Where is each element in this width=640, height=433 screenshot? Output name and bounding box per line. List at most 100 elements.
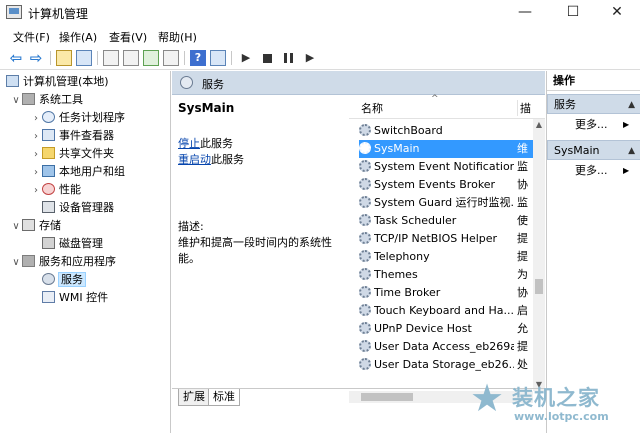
- close-button[interactable]: ✕: [594, 0, 640, 26]
- menu-help[interactable]: 帮助(H): [158, 29, 197, 45]
- services-pane: 服务 SysMain 停止此服务 重启动此服务 描述: 维护和提高一段时间内的系…: [172, 71, 545, 411]
- print-icon[interactable]: [123, 50, 139, 66]
- collapse-up-icon[interactable]: ▲: [628, 95, 635, 115]
- service-desc-cell: 提: [517, 250, 528, 263]
- more-actions-services[interactable]: 更多... ▶: [575, 116, 635, 134]
- scrollbar-thumb[interactable]: [535, 279, 543, 294]
- minimize-button[interactable]: —: [502, 0, 548, 26]
- tree-item-storage[interactable]: ∨ 存储: [10, 217, 61, 235]
- menu-bar: 文件(F) 操作(A) 查看(V) 帮助(H): [0, 27, 640, 46]
- tools-icon: [22, 93, 35, 105]
- event-viewer-icon: [42, 129, 55, 141]
- table-row[interactable]: SysMain 维: [359, 140, 533, 158]
- watermark-url: www.lotpc.com: [514, 410, 609, 423]
- scroll-up-icon[interactable]: ▲: [533, 119, 545, 131]
- service-name-cell: System Event Notification...: [374, 160, 514, 173]
- table-row[interactable]: System Event Notification... 监: [359, 158, 533, 176]
- properties-icon[interactable]: [103, 50, 119, 66]
- services-header-title: 服务: [202, 78, 224, 91]
- computer-management-icon: [6, 5, 22, 19]
- performance-icon: [42, 183, 55, 195]
- table-row[interactable]: User Data Access_eb269a6 提: [359, 338, 533, 356]
- table-row[interactable]: System Guard 运行时监视... 监: [359, 194, 533, 212]
- expand-icon[interactable]: ›: [30, 128, 42, 146]
- services-list: ^ 名称 描 SwitchBoard SysMain 维 System Event N…: [349, 94, 545, 403]
- refresh-icon[interactable]: [143, 50, 159, 66]
- show-action-pane-icon[interactable]: [210, 50, 226, 66]
- expand-icon[interactable]: ›: [30, 146, 42, 164]
- gear-icon: [180, 76, 193, 89]
- tree-item-root[interactable]: 计算机管理(本地): [6, 73, 109, 91]
- toolbar-separator: [50, 51, 51, 65]
- table-row[interactable]: SwitchBoard: [359, 122, 533, 140]
- service-desc-cell: 提: [517, 232, 528, 245]
- pause-service-icon[interactable]: [284, 53, 293, 63]
- tree-item-system-tools[interactable]: ∨ 系统工具: [10, 91, 83, 109]
- service-desc-cell: 协: [517, 286, 528, 299]
- back-arrow-icon[interactable]: ⇦: [8, 50, 24, 66]
- start-service-icon[interactable]: ▶: [238, 50, 254, 66]
- tree-item-performance[interactable]: › 性能: [30, 181, 81, 199]
- collapse-icon[interactable]: ∨: [10, 92, 22, 110]
- service-desc-cell: 监: [517, 160, 528, 173]
- selected-service-name: SysMain: [178, 101, 235, 115]
- table-row[interactable]: TCP/IP NetBIOS Helper 提: [359, 230, 533, 248]
- tree-item-shared-folders[interactable]: › 共享文件夹: [30, 145, 114, 163]
- collapse-up-icon[interactable]: ▲: [628, 141, 635, 161]
- help-icon[interactable]: ?: [190, 50, 206, 66]
- tree-item-disk-management[interactable]: 磁盘管理: [42, 235, 103, 253]
- service-name-cell: UPnP Device Host: [374, 322, 472, 335]
- expand-icon[interactable]: ›: [30, 182, 42, 200]
- stop-service-icon[interactable]: [263, 54, 272, 63]
- actions-group-sysmain[interactable]: SysMain ▲: [547, 140, 640, 160]
- column-header-name[interactable]: 名称: [361, 100, 383, 116]
- tab-standard[interactable]: 标准: [208, 389, 240, 406]
- services-apps-icon: [22, 255, 35, 267]
- tree-item-task-scheduler[interactable]: › 任务计划程序: [30, 109, 125, 127]
- export-list-icon[interactable]: [163, 50, 179, 66]
- table-row[interactable]: UPnP Device Host 允: [359, 320, 533, 338]
- table-row[interactable]: Themes 为: [359, 266, 533, 284]
- more-actions-sysmain[interactable]: 更多... ▶: [575, 162, 635, 180]
- service-name-cell: Time Broker: [374, 286, 441, 299]
- restart-service-icon[interactable]: ▶: [302, 50, 318, 66]
- table-row[interactable]: Telephony 提: [359, 248, 533, 266]
- tree-item-device-manager[interactable]: 设备管理器: [42, 199, 114, 217]
- sort-ascending-icon: ^: [431, 94, 439, 104]
- column-header-description[interactable]: 描: [517, 100, 531, 116]
- menu-view[interactable]: 查看(V): [109, 29, 147, 45]
- device-manager-icon: [42, 201, 55, 213]
- forward-arrow-icon[interactable]: ⇨: [28, 50, 44, 66]
- table-row[interactable]: User Data Storage_eb26... 处: [359, 356, 533, 374]
- stop-service-link[interactable]: 停止: [178, 137, 200, 150]
- collapse-icon[interactable]: ∨: [10, 254, 22, 272]
- gear-icon: [359, 178, 371, 190]
- collapse-icon[interactable]: ∨: [10, 218, 22, 236]
- up-folder-icon[interactable]: [56, 50, 72, 66]
- tree-item-wmi[interactable]: WMI 控件: [42, 289, 108, 307]
- table-row[interactable]: System Events Broker 协: [359, 176, 533, 194]
- tab-extended[interactable]: 扩展: [178, 389, 210, 406]
- tree-item-services[interactable]: 服务: [42, 271, 86, 289]
- expand-icon[interactable]: ›: [30, 110, 42, 128]
- table-row[interactable]: Time Broker 协: [359, 284, 533, 302]
- toolbar-separator: [231, 51, 232, 65]
- maximize-button[interactable]: ☐: [550, 0, 596, 26]
- vertical-scrollbar[interactable]: ▲ ▼: [533, 119, 545, 391]
- show-hide-tree-icon[interactable]: [76, 50, 92, 66]
- table-row[interactable]: Touch Keyboard and Ha... 启: [359, 302, 533, 320]
- service-name-cell: Telephony: [374, 250, 430, 263]
- actions-title: 操作: [547, 71, 640, 91]
- table-row[interactable]: Task Scheduler 使: [359, 212, 533, 230]
- expand-icon[interactable]: ›: [30, 164, 42, 182]
- actions-group-services[interactable]: 服务 ▲: [547, 94, 640, 114]
- menu-file[interactable]: 文件(F): [13, 29, 50, 45]
- gear-icon: [359, 160, 371, 172]
- service-name-cell: Themes: [374, 268, 418, 281]
- tree-item-services-apps[interactable]: ∨ 服务和应用程序: [10, 253, 116, 271]
- menu-action[interactable]: 操作(A): [59, 29, 97, 45]
- gear-icon: [359, 142, 371, 154]
- restart-service-link[interactable]: 重启动: [178, 153, 211, 166]
- tree-item-event-viewer[interactable]: › 事件查看器: [30, 127, 114, 145]
- tree-item-local-users[interactable]: › 本地用户和组: [30, 163, 125, 181]
